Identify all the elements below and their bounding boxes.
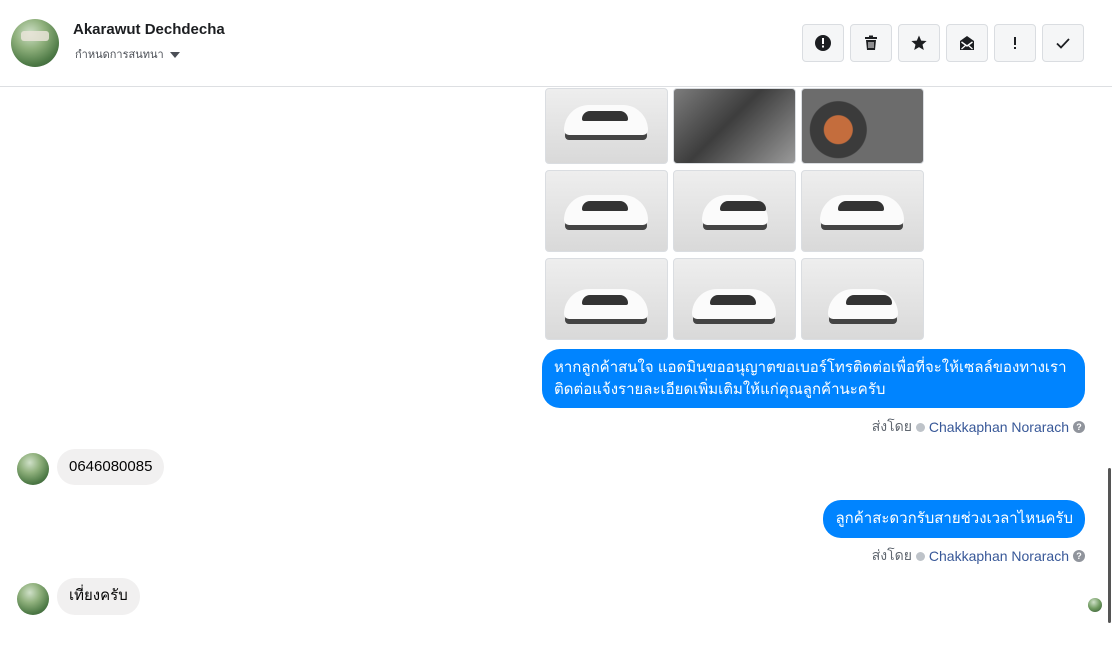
incoming-message-bubble[interactable]: เที่ยงครับ	[57, 578, 140, 615]
assign-label: กำหนดการสนทนา	[75, 49, 164, 61]
exclamation-icon	[1014, 37, 1016, 49]
agent-name-link[interactable]: Chakkaphan Norarach	[929, 548, 1069, 564]
contact-avatar-small[interactable]	[17, 583, 49, 615]
spam-button[interactable]	[802, 24, 844, 62]
delete-button[interactable]	[850, 24, 892, 62]
message-text: เที่ยงครับ	[69, 587, 128, 604]
photo-attachment-grid	[545, 88, 925, 340]
photo-thumbnail[interactable]	[801, 88, 924, 164]
help-icon[interactable]: ?	[1073, 421, 1085, 433]
photo-thumbnail[interactable]	[801, 258, 924, 340]
sent-by-row: ส่งโดย Chakkaphan Norarach ?	[872, 545, 1085, 567]
contact-avatar[interactable]	[11, 19, 59, 67]
star-button[interactable]	[898, 24, 940, 62]
verified-dot-icon	[915, 422, 925, 432]
read-receipt-avatar	[1088, 598, 1102, 612]
sent-by-label: ส่งโดย	[871, 418, 912, 434]
photo-thumbnail[interactable]	[801, 170, 924, 252]
message-line: หากลูกค้าสนใจ แอดมินขออนุญาตขอเบอร์โทรติ…	[554, 359, 1067, 376]
message-text: ลูกค้าสะดวกรับสายช่วงเวลาไหนครับ	[835, 510, 1073, 527]
contact-avatar-small[interactable]	[17, 453, 49, 485]
incoming-message-bubble[interactable]: 0646080085	[57, 449, 165, 485]
alert-circle-icon	[815, 35, 831, 51]
scrollbar[interactable]	[1108, 468, 1111, 623]
star-icon	[911, 35, 927, 50]
trash-icon	[865, 35, 877, 50]
message-text: 0646080085	[69, 458, 153, 475]
sent-by-label: ส่งโดย	[871, 547, 912, 563]
contact-name[interactable]: Akarawut Dechdecha	[73, 21, 225, 38]
verified-dot-icon	[915, 551, 925, 561]
message-line: ติดต่อแจ้งรายละเอียดเพิ่มเติมให้แก่คุณลู…	[554, 381, 886, 398]
done-button[interactable]	[1042, 24, 1084, 62]
caret-down-icon	[169, 51, 180, 58]
conversation-toolbar	[802, 24, 1084, 62]
photo-thumbnail[interactable]	[673, 170, 796, 252]
photo-thumbnail[interactable]	[545, 258, 668, 340]
outgoing-message-bubble[interactable]: ลูกค้าสะดวกรับสายช่วงเวลาไหนครับ	[823, 500, 1085, 538]
photo-thumbnail[interactable]	[545, 88, 668, 164]
conversation-header: Akarawut Dechdecha กำหนดการสนทนา	[0, 0, 1112, 87]
photo-thumbnail[interactable]	[545, 170, 668, 252]
check-icon	[1056, 38, 1070, 49]
mark-unread-button[interactable]	[946, 24, 988, 62]
photo-thumbnail[interactable]	[673, 258, 796, 340]
photo-thumbnail[interactable]	[673, 88, 796, 164]
sent-by-row: ส่งโดย Chakkaphan Norarach ?	[872, 416, 1085, 438]
outgoing-message-bubble[interactable]: หากลูกค้าสนใจ แอดมินขออนุญาตขอเบอร์โทรติ…	[542, 349, 1085, 408]
assign-conversation-dropdown[interactable]: กำหนดการสนทนา	[75, 45, 180, 63]
mail-icon	[960, 36, 974, 50]
help-icon[interactable]: ?	[1073, 550, 1085, 562]
agent-name-link[interactable]: Chakkaphan Norarach	[929, 419, 1069, 435]
follow-up-button[interactable]	[994, 24, 1036, 62]
